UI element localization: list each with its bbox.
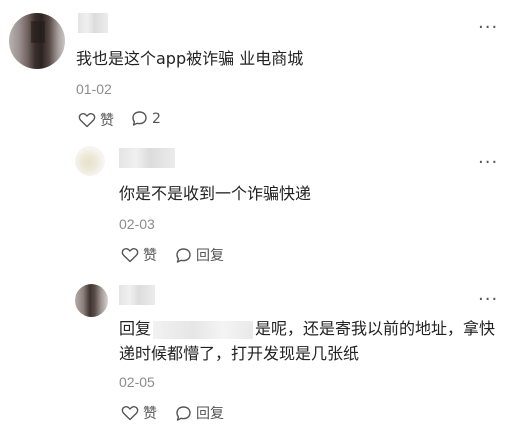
like-button[interactable]: 赞 [121, 403, 157, 423]
like-label: 赞 [143, 406, 157, 422]
avatar[interactable] [75, 146, 105, 176]
comment-date: 01-02 [76, 81, 112, 97]
reply-body-1: 是呢，还是寄我以前的地址，拿快 [255, 319, 496, 338]
like-label: 赞 [100, 113, 114, 129]
comment-bubble-icon [176, 247, 191, 263]
like-button[interactable]: 赞 [78, 110, 114, 130]
username-blurred[interactable] [119, 148, 175, 168]
comment-bubble-icon [176, 405, 191, 421]
reply-button[interactable]: 回复 [175, 403, 224, 423]
reply-text: 你是不是收到一个诈骗快递 [119, 184, 312, 203]
more-options-icon[interactable]: ··· [478, 291, 498, 309]
heart-icon [121, 248, 139, 263]
username-blurred[interactable] [119, 285, 155, 305]
mention-blurred[interactable] [153, 320, 254, 339]
avatar[interactable] [9, 13, 65, 69]
reply-text-line-1: 回复 是呢，还是寄我以前的地址，拿快 [119, 316, 509, 341]
heart-icon [78, 113, 96, 128]
reply-date: 02-05 [119, 374, 155, 390]
reply-text-line-2: 递时候都懵了，打开发现是几张纸 [119, 344, 360, 363]
reply-date: 02-03 [119, 216, 155, 232]
heart-icon [121, 406, 139, 421]
reply-button[interactable]: 2 [131, 110, 161, 127]
username-blurred[interactable] [78, 13, 108, 33]
reply-label: 回复 [196, 406, 224, 422]
more-options-icon[interactable]: ··· [478, 19, 498, 37]
reply-label: 回复 [196, 248, 224, 264]
reply-button[interactable]: 回复 [175, 245, 224, 265]
like-button[interactable]: 赞 [121, 245, 157, 265]
like-label: 赞 [143, 248, 157, 264]
reply-text: 回复 是呢，还是寄我以前的地址，拿快 递时候都懵了，打开发现是几张纸 [119, 316, 509, 366]
comment-text: 我也是这个app被诈骗 业电商城 [76, 49, 304, 68]
reply-prefix: 回复 [119, 319, 152, 338]
avatar[interactable] [75, 284, 108, 317]
reply-count: 2 [152, 110, 161, 127]
more-options-icon[interactable]: ··· [478, 154, 498, 172]
comment-bubble-icon [132, 111, 147, 126]
